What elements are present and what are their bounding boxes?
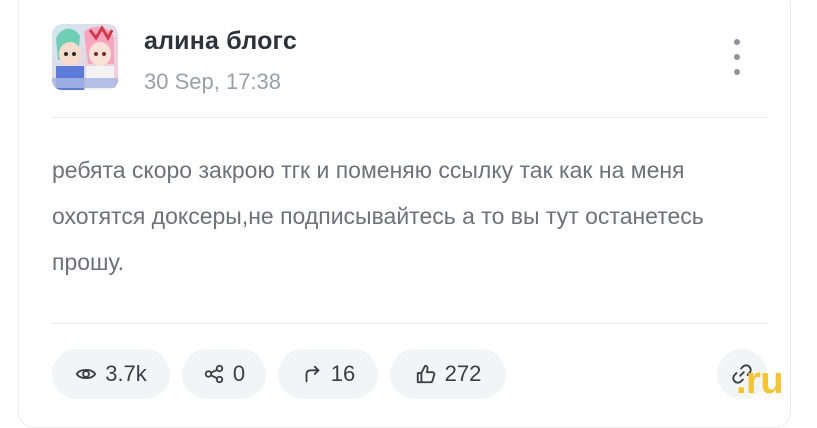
site-watermark: .ru [736,360,784,402]
reposts-count: 16 [330,361,356,386]
views-count: 3.7k [105,361,147,386]
avatar[interactable] [52,24,118,90]
footer-divider [52,323,768,324]
menu-dot [734,54,740,60]
post-timestamp: 30 Sep, 17:38 [144,69,282,94]
likes-count: 272 [444,361,482,386]
share-nodes-icon [204,364,224,384]
repost-arrow-icon [305,365,320,383]
post-card: алина блогс 30 Sep, 17:38 ребята скоро з… [18,0,791,428]
menu-dot [734,39,740,45]
header-divider [52,117,768,118]
shares-button[interactable]: 0 [182,349,266,399]
thumbs-up-icon [416,364,435,384]
more-vertical-icon[interactable] [725,39,749,75]
post-stats: 3.7k 0 16 272 [52,349,506,399]
avatar-image [52,24,118,90]
post-text: ребята скоро закрою тгк и поменяю ссылку… [52,157,704,275]
post-header: алина блогс 30 Sep, 17:38 [19,0,790,117]
eye-icon [76,368,97,380]
author-name[interactable]: алина блогс [144,27,297,56]
reposts-button[interactable]: 16 [278,349,378,399]
likes-button[interactable]: 272 [390,349,506,399]
views-button[interactable]: 3.7k [52,349,170,399]
menu-dot [734,69,740,75]
shares-count: 0 [232,361,246,386]
